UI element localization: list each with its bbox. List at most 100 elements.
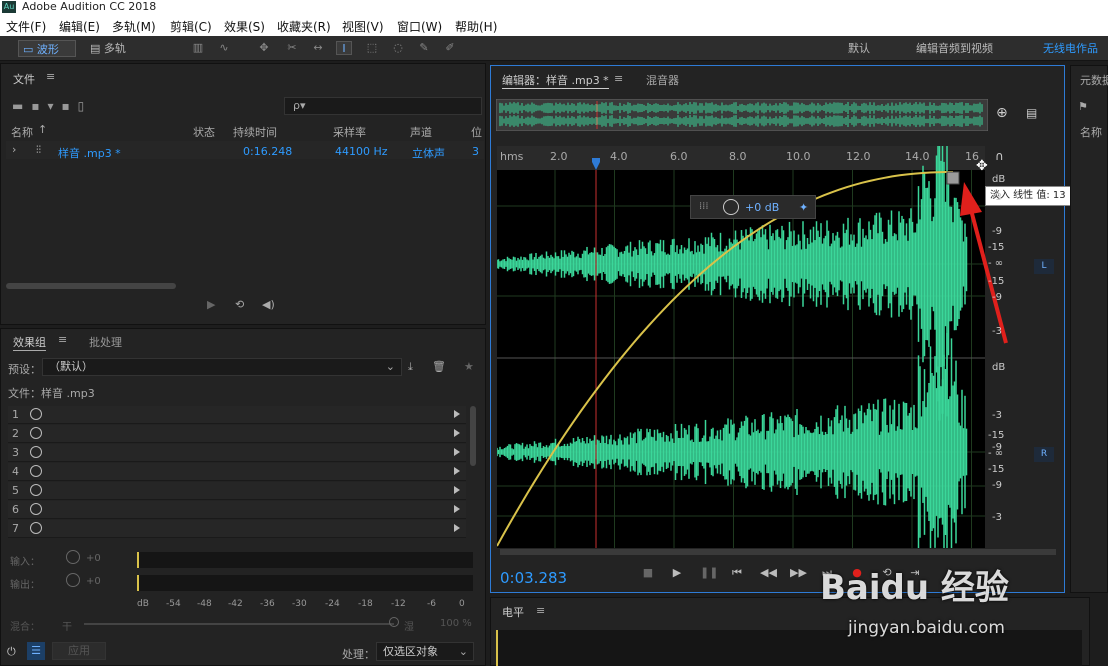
move-tool-icon[interactable]: ✥ — [256, 41, 272, 55]
col-bits[interactable]: 位 — [471, 124, 482, 140]
editor-h-scrollbar[interactable] — [500, 549, 1056, 555]
zoom-navigator-icon[interactable]: ⊕ — [996, 105, 1008, 121]
menu-view[interactable]: 视图(V) — [342, 18, 384, 35]
stop-icon[interactable]: ■ — [641, 566, 655, 580]
col-sample-rate[interactable]: 采样率 — [333, 124, 366, 140]
delete-preset-icon[interactable]: 🗑 — [432, 360, 446, 373]
panel-menu-icon[interactable]: ≡ — [614, 72, 623, 85]
slot-arrow-icon[interactable] — [454, 524, 460, 532]
time-selection-tool-icon[interactable]: I — [336, 41, 352, 55]
rewind-icon[interactable]: ◀◀ — [760, 566, 777, 580]
loop-preview-icon[interactable]: ⟲ — [235, 298, 244, 311]
slots-scrollbar[interactable] — [470, 406, 476, 466]
favorite-star-icon[interactable]: ★ — [464, 360, 474, 373]
rack-power-icon[interactable]: ⏻ — [7, 645, 16, 659]
auto-play-icon[interactable]: ◀) — [262, 298, 275, 311]
current-time[interactable]: 0:03.283 — [500, 569, 567, 587]
tab-mixer[interactable]: 混音器 — [646, 72, 679, 88]
brush-tool-icon[interactable]: ✎ — [416, 41, 432, 55]
panel-menu-icon[interactable]: ≡ — [536, 604, 545, 617]
slot-arrow-icon[interactable] — [454, 505, 460, 513]
panel-menu-icon[interactable]: ≡ — [58, 333, 67, 346]
pause-icon[interactable]: ❚❚ — [700, 566, 718, 580]
effect-slot[interactable]: 2 — [8, 425, 466, 443]
panel-menu-icon[interactable]: ≡ — [46, 70, 55, 83]
mix-slider-handle[interactable] — [389, 617, 399, 627]
channel-r-toggle[interactable]: R — [1034, 447, 1054, 462]
slot-arrow-icon[interactable] — [454, 486, 460, 494]
channel-l-toggle[interactable]: L — [1034, 259, 1054, 274]
file-channels: 立体声 — [412, 147, 445, 160]
workspace-edit-video[interactable]: 编辑音频到视频 — [916, 40, 993, 57]
list-view-icon[interactable]: ☰ — [27, 642, 45, 660]
slot-arrow-icon[interactable] — [454, 448, 460, 456]
effect-slot[interactable]: 4 — [8, 463, 466, 481]
power-icon[interactable] — [30, 484, 42, 496]
watermark-url: jingyan.baidu.com — [848, 618, 1005, 638]
menu-favorites[interactable]: 收藏夹(R) — [277, 18, 331, 35]
slip-tool-icon[interactable]: ↔ — [310, 41, 326, 55]
effect-slot[interactable]: 3 — [8, 444, 466, 462]
headphones-icon[interactable]: ∩ — [995, 149, 1004, 163]
col-status[interactable]: 状态 — [193, 124, 215, 140]
col-channels[interactable]: 声道 — [410, 124, 432, 140]
hud-volume[interactable]: ⁞⁞⁞ +0 dB ✦ — [690, 195, 816, 219]
play-icon[interactable]: ▶ — [670, 566, 684, 580]
mix-label: 混合： — [10, 622, 40, 633]
metadata-pin-icon[interactable]: ⚑ — [1078, 100, 1088, 113]
marquee-tool-icon[interactable]: ⬚ — [364, 41, 380, 55]
power-icon[interactable] — [30, 446, 42, 458]
menu-file[interactable]: 文件(F) — [6, 18, 46, 35]
menu-clip[interactable]: 剪辑(C) — [170, 18, 212, 35]
output-gain-knob[interactable] — [66, 573, 80, 587]
apply-button[interactable]: 应用 — [52, 642, 106, 660]
menu-window[interactable]: 窗口(W) — [397, 18, 442, 35]
slot-arrow-icon[interactable] — [454, 467, 460, 475]
mix-slider[interactable] — [84, 623, 394, 625]
effect-slot[interactable]: 6 — [8, 501, 466, 519]
preset-dropdown[interactable]: （默认） ⌄ — [42, 358, 402, 376]
tab-batch[interactable]: 批处理 — [89, 334, 122, 350]
save-preset-icon[interactable]: ⤓ — [408, 360, 413, 374]
menu-effects[interactable]: 效果(S) — [224, 18, 265, 35]
workspace-default[interactable]: 默认 — [848, 40, 870, 57]
effect-slot[interactable]: 5 — [8, 482, 466, 500]
play-preview-icon[interactable]: ▶ — [207, 298, 215, 311]
effect-slot[interactable]: 1 — [8, 406, 466, 424]
expand-chevron-icon[interactable]: › — [12, 143, 16, 156]
power-icon[interactable] — [30, 408, 42, 420]
col-name[interactable]: 名称 — [11, 124, 33, 140]
process-dropdown[interactable]: 仅选区对象 ⌄ — [376, 642, 474, 661]
lasso-tool-icon[interactable]: ◌ — [390, 41, 406, 55]
razor-tool-icon[interactable]: ✂ — [284, 41, 300, 55]
slot-arrow-icon[interactable] — [454, 429, 460, 437]
power-icon[interactable] — [30, 427, 42, 439]
input-gain-knob[interactable] — [66, 550, 80, 564]
workspace-radio[interactable]: 无线电作品 — [1043, 40, 1098, 57]
slot-arrow-icon[interactable] — [454, 410, 460, 418]
volume-knob[interactable] — [723, 199, 739, 215]
tab-editor[interactable]: 编辑器：样音 .mp3 * — [502, 72, 609, 89]
multitrack-view-button[interactable]: ▤ 多轨 — [86, 40, 142, 57]
waveform-view-button[interactable]: ▭ 波形 — [18, 40, 76, 57]
go-to-start-icon[interactable]: ⏮ — [730, 566, 744, 580]
overview-waveform[interactable] — [496, 99, 988, 131]
power-icon[interactable] — [30, 522, 42, 534]
tab-effects-rack[interactable]: 效果组 — [13, 334, 46, 351]
effect-slot[interactable]: 7 — [8, 520, 466, 538]
col-duration[interactable]: 持续时间 — [233, 124, 277, 140]
menu-edit[interactable]: 编辑(E) — [59, 18, 100, 35]
spectral-frequency-icon[interactable]: ▥ — [190, 41, 206, 55]
overview-menu-icon[interactable]: ▤ — [1026, 106, 1037, 120]
pin-icon[interactable]: ✦ — [799, 201, 808, 214]
power-icon[interactable] — [30, 465, 42, 477]
file-actions-icons[interactable]: ▬▪▾▪▯ — [12, 99, 132, 113]
spot-healing-icon[interactable]: ✐ — [442, 41, 458, 55]
power-icon[interactable] — [30, 503, 42, 515]
horizontal-scrollbar[interactable] — [6, 283, 176, 289]
spectral-pitch-icon[interactable]: ∿ — [216, 41, 232, 55]
files-search-input[interactable]: ρ▾ — [284, 97, 482, 115]
menu-help[interactable]: 帮助(H) — [455, 18, 497, 35]
menu-multitrack[interactable]: 多轨(M) — [112, 18, 156, 35]
fast-forward-icon[interactable]: ▶▶ — [790, 566, 807, 580]
